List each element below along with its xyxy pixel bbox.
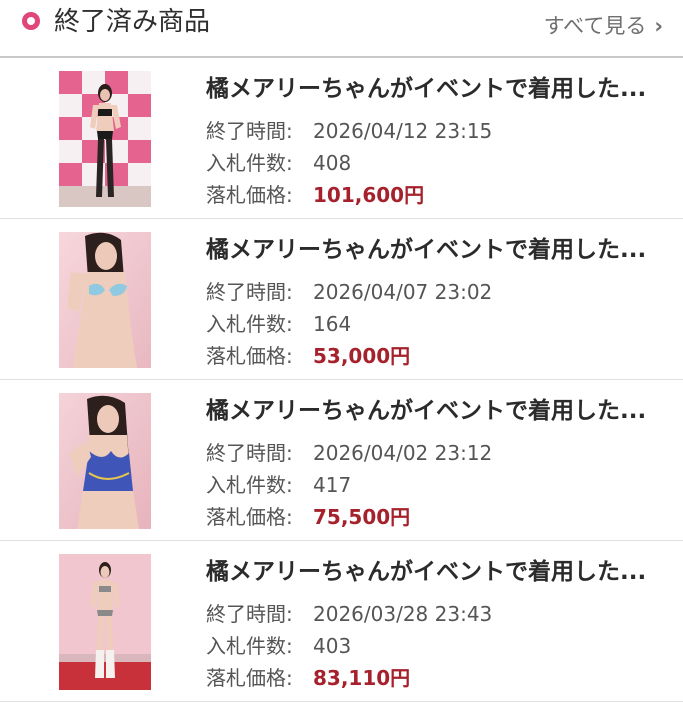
end-time-row: 終了時間: 2026/04/02 23:12 [206, 438, 492, 468]
bid-count-label: 入札件数: [206, 312, 293, 336]
item-title[interactable]: 橘メアリーちゃんがイベントで着用した... [206, 394, 666, 428]
bid-count-value: 408 [313, 151, 352, 175]
thumbnail-image [59, 232, 151, 368]
item-thumbnail[interactable] [59, 554, 151, 690]
bid-count-label: 入札件数: [206, 634, 293, 658]
ended-items-page: 終了済み商品 すべて見る › 橘メアリーちゃんがイベントで着用した... 終了時… [0, 0, 683, 702]
see-all-link[interactable]: すべて見る › [544, 10, 663, 42]
winning-price-row: 落札価格: 53,000円 [206, 341, 410, 371]
winning-price-label: 落札価格: [206, 505, 293, 529]
item-title[interactable]: 橘メアリーちゃんがイベントで着用した... [206, 555, 666, 589]
list-item[interactable]: 橘メアリーちゃんがイベントで着用した... 終了時間: 2026/04/12 23… [0, 58, 683, 219]
item-title[interactable]: 橘メアリーちゃんがイベントで着用した... [206, 233, 666, 267]
bid-count-label: 入札件数: [206, 473, 293, 497]
thumbnail-image [59, 554, 151, 690]
bid-count-value: 403 [313, 634, 352, 658]
winning-price-label: 落札価格: [206, 666, 293, 690]
winning-price-row: 落札価格: 83,110円 [206, 663, 410, 693]
list-item[interactable]: 橘メアリーちゃんがイベントで着用した... 終了時間: 2026/03/28 23… [0, 541, 683, 702]
winning-price-value: 101,600円 [313, 183, 425, 207]
bid-count-row: 入札件数: 417 [206, 470, 351, 500]
end-time-label: 終了時間: [206, 441, 293, 465]
winning-price-value: 53,000円 [313, 344, 411, 368]
end-time-label: 終了時間: [206, 119, 293, 143]
bid-count-label: 入札件数: [206, 151, 293, 175]
end-time-value: 2026/04/07 23:02 [313, 280, 493, 304]
item-thumbnail[interactable] [59, 393, 151, 529]
section-title: 終了済み商品 [54, 7, 211, 37]
end-time-row: 終了時間: 2026/03/28 23:43 [206, 599, 492, 629]
winning-price-row: 落札価格: 75,500円 [206, 502, 410, 532]
item-thumbnail[interactable] [59, 232, 151, 368]
winning-price-value: 75,500円 [313, 505, 411, 529]
end-time-value: 2026/04/12 23:15 [313, 119, 493, 143]
list-item[interactable]: 橘メアリーちゃんがイベントで着用した... 終了時間: 2026/04/02 23… [0, 380, 683, 541]
end-time-value: 2026/04/02 23:12 [313, 441, 493, 465]
see-all-label: すべて見る [543, 14, 647, 38]
bid-count-row: 入札件数: 164 [206, 309, 351, 339]
end-time-label: 終了時間: [206, 602, 293, 626]
winning-price-row: 落札価格: 101,600円 [206, 180, 424, 210]
end-time-row: 終了時間: 2026/04/12 23:15 [206, 116, 492, 146]
end-time-value: 2026/03/28 23:43 [313, 602, 493, 626]
list-item[interactable]: 橘メアリーちゃんがイベントで着用した... 終了時間: 2026/04/07 23… [0, 219, 683, 380]
end-time-row: 終了時間: 2026/04/07 23:02 [206, 277, 492, 307]
bid-count-value: 164 [313, 312, 352, 336]
item-title[interactable]: 橘メアリーちゃんがイベントで着用した... [206, 72, 666, 106]
winning-price-value: 83,110円 [313, 666, 411, 690]
end-time-label: 終了時間: [206, 280, 293, 304]
item-thumbnail[interactable] [59, 71, 151, 207]
thumbnail-image [59, 393, 151, 529]
ring-bullet-icon [22, 12, 40, 30]
thumbnail-image [59, 71, 151, 207]
section-header: 終了済み商品 すべて見る › [0, 0, 683, 58]
winning-price-label: 落札価格: [206, 183, 293, 207]
bid-count-row: 入札件数: 403 [206, 631, 351, 661]
bid-count-value: 417 [313, 473, 352, 497]
chevron-right-icon: › [654, 14, 663, 38]
winning-price-label: 落札価格: [206, 344, 293, 368]
ended-items-list: 橘メアリーちゃんがイベントで着用した... 終了時間: 2026/04/12 23… [0, 58, 683, 702]
bid-count-row: 入札件数: 408 [206, 148, 351, 178]
